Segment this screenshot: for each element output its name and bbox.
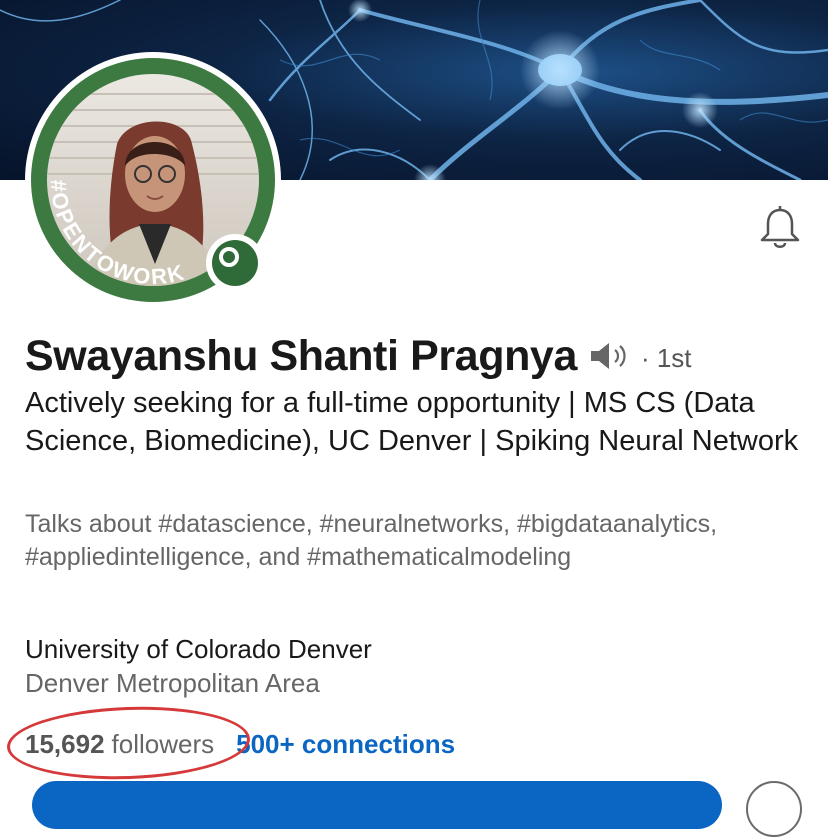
- profile-school[interactable]: University of Colorado Denver: [25, 634, 372, 665]
- profile-name: Swayanshu Shanti Pragnya: [25, 331, 577, 380]
- speaker-icon[interactable]: [589, 341, 633, 376]
- annotation-circle: [5, 702, 252, 784]
- profile-headline: Actively seeking for a full-time opportu…: [25, 387, 799, 457]
- bell-icon[interactable]: [756, 204, 804, 252]
- more-actions-button[interactable]: [746, 781, 802, 837]
- profile-location: Denver Metropolitan Area: [25, 668, 320, 698]
- connection-degree: · 1st: [640, 342, 692, 373]
- connections-link[interactable]: 500+ connections: [236, 729, 455, 760]
- talks-about: Talks about #datascience, #neuralnetwork…: [25, 510, 718, 571]
- primary-action-button[interactable]: [32, 781, 722, 829]
- svg-text:#OPENTOWORK: #OPENTOWORK: [46, 179, 188, 289]
- name-row: Swayanshu Shanti Pragnya · 1st: [25, 328, 692, 384]
- open-to-work-icon: [206, 234, 264, 292]
